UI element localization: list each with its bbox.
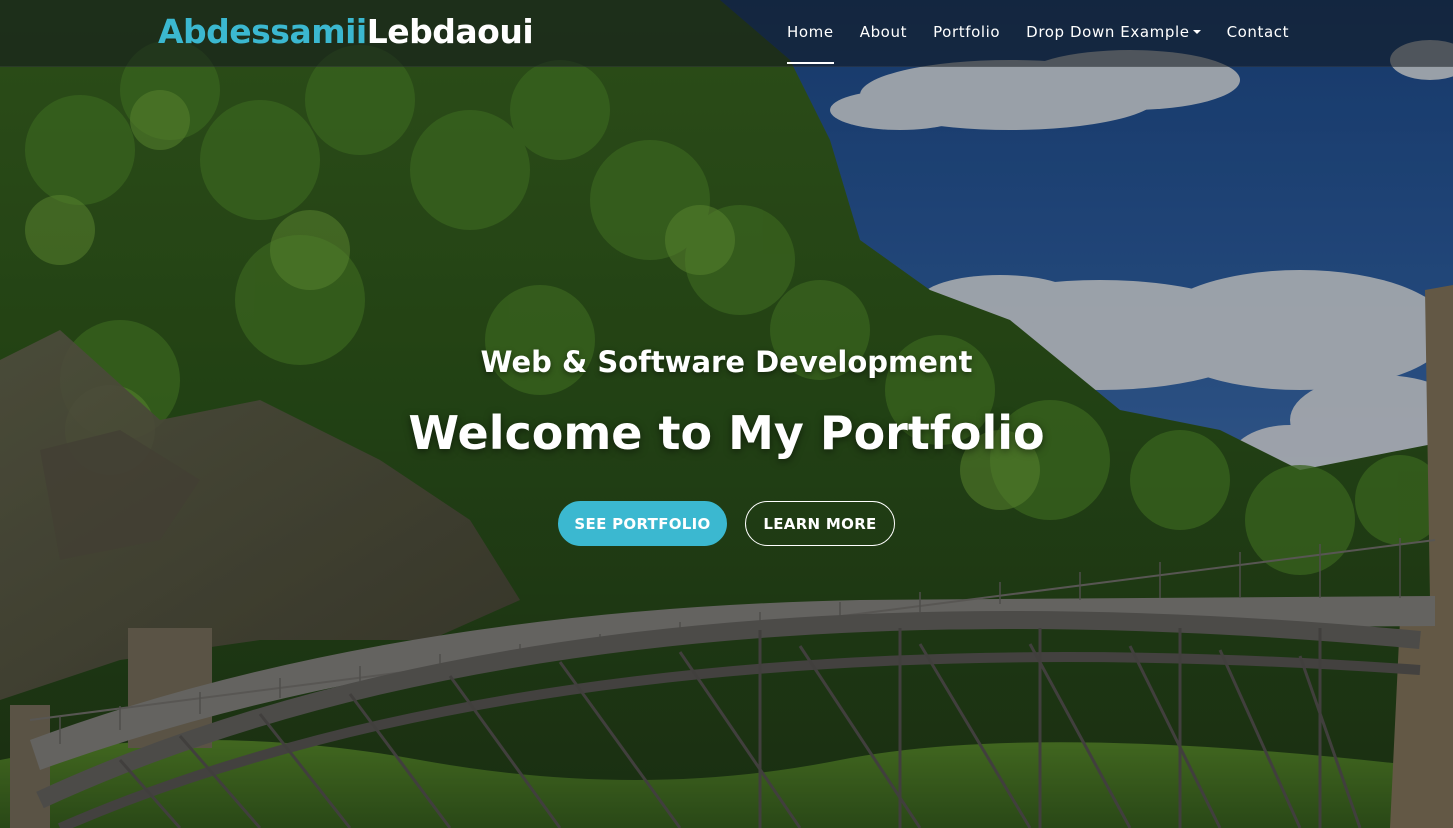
nav-link-portfolio[interactable]: Portfolio [920, 0, 1013, 64]
hero-buttons: SEE PORTFOLIO LEARN MORE [0, 501, 1453, 546]
nav-menu: Home About Portfolio Drop Down Example C… [774, 0, 1302, 67]
brand-first-name: Abdessamii [158, 12, 367, 51]
caret-down-icon [1192, 30, 1201, 34]
brand-last-name: Lebdaoui [366, 12, 534, 51]
nav-dropdown-label: Drop Down Example [1026, 23, 1190, 41]
hero-subtitle: Web & Software Development [480, 345, 973, 379]
nav-link-home[interactable]: Home [774, 0, 847, 64]
brand-logo[interactable]: AbdessamiiLebdaoui [158, 10, 534, 54]
see-portfolio-button[interactable]: SEE PORTFOLIO [558, 501, 727, 546]
top-navbar: AbdessamiiLebdaoui Home About Portfolio … [0, 0, 1453, 67]
learn-more-button[interactable]: LEARN MORE [745, 501, 895, 546]
nav-dropdown-toggle[interactable]: Drop Down Example [1013, 0, 1213, 64]
nav-link-about[interactable]: About [847, 0, 920, 64]
hero-content: Web & Software Development Welcome to My… [0, 340, 1453, 546]
hero-title: Welcome to My Portfolio [408, 406, 1045, 460]
nav-link-contact[interactable]: Contact [1214, 0, 1303, 64]
